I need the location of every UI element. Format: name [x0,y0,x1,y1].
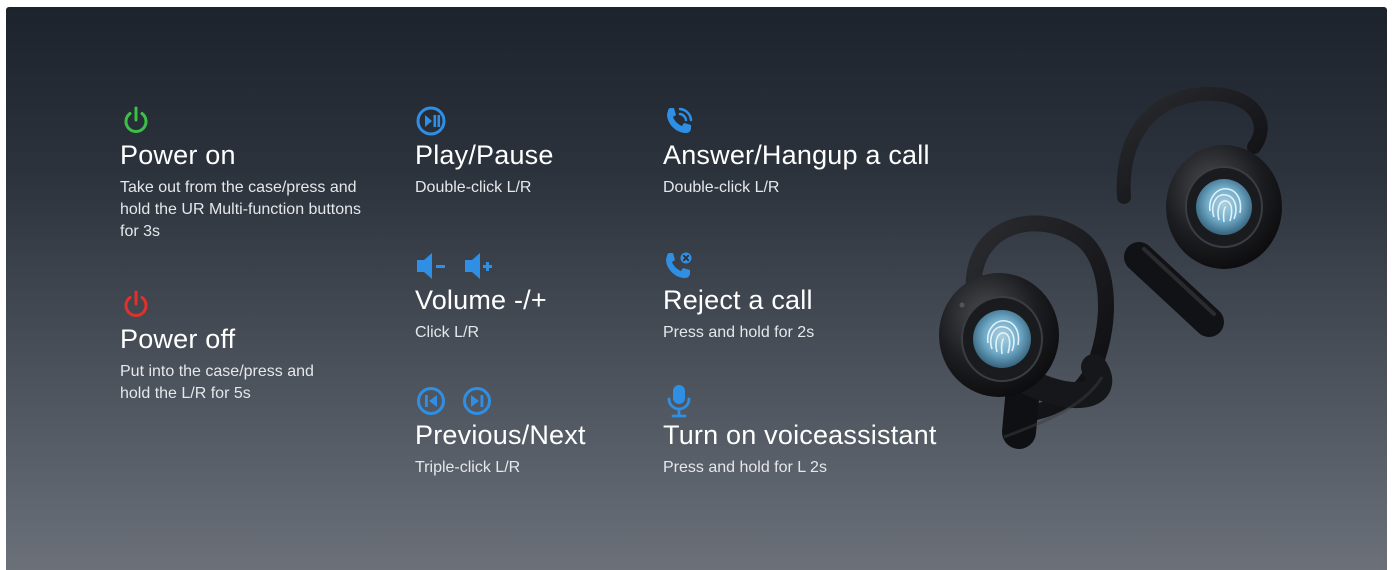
instructions-banner: Power on Take out from the case/press an… [6,7,1387,570]
feature-description: Double-click L/R [663,179,780,196]
earbuds-illustration [939,86,1282,449]
feature-title: Volume -/+ [415,285,547,315]
previous-track-icon [417,387,445,415]
phone-reject-icon [666,252,692,278]
feature-description: Double-click L/R [415,179,532,196]
feature-title: Previous/Next [415,420,586,450]
feature-title: Power on [120,140,236,170]
volume-up-icon [465,253,492,279]
volume-down-icon [417,253,445,279]
power-off-icon [124,290,148,317]
feature-power-on: Power on Take out from the case/press an… [120,105,365,243]
feature-description: Put into the case/press and hold the L/R… [120,363,314,402]
feature-volume: Volume -/+ Click L/R [415,250,635,344]
feature-title: Reject a call [663,285,813,315]
feature-title: Play/Pause [415,140,554,170]
feature-description: Click L/R [415,324,480,341]
phone-call-icon [667,107,693,133]
microphone-icon [667,385,691,418]
feature-description: Triple-click L/R [415,459,521,476]
play-pause-icon [416,106,446,136]
feature-power-off: Power off Put into the case/press and ho… [120,289,345,405]
next-track-icon [463,387,491,415]
feature-play-pause: Play/Pause Double-click L/R [415,105,635,199]
feature-description: Take out from the case/press and hold th… [120,179,362,240]
feature-description: Press and hold for 2s [663,324,815,341]
feature-reject-call: Reject a call Press and hold for 2s [663,250,963,344]
feature-title: Answer/Hangup a call [663,140,930,170]
feature-previous-next: Previous/Next Triple-click L/R [415,385,635,479]
feature-title: Power off [120,324,236,354]
power-on-icon [124,106,148,133]
feature-answer-call: Answer/Hangup a call Double-click L/R [663,105,963,199]
